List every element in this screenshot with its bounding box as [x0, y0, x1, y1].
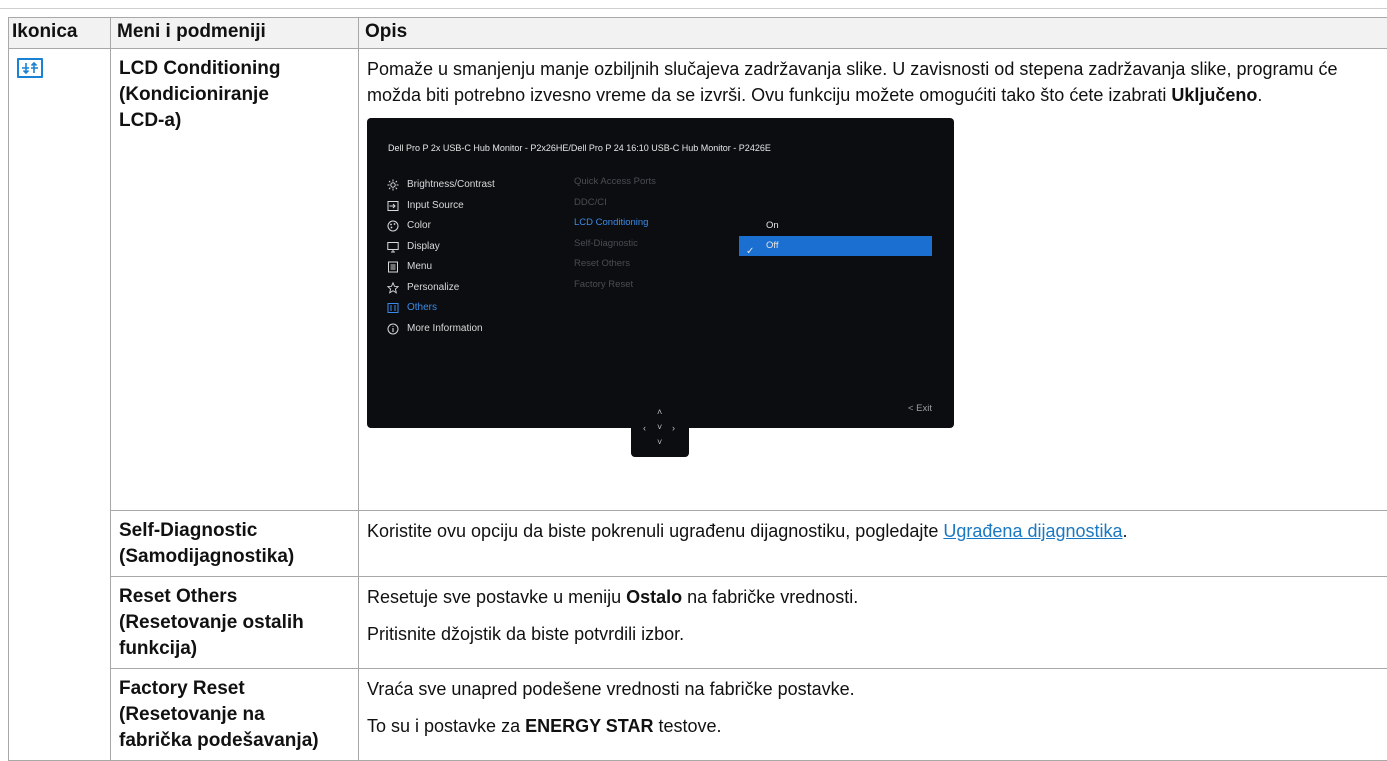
description-bold: ENERGY STAR	[525, 716, 653, 736]
menu-subtitle: fabrička podešavanja)	[119, 728, 352, 754]
menu-title: Factory Reset	[119, 676, 352, 702]
osd-submenu: Quick Access Ports DDC/CI LCD Conditioni…	[574, 175, 656, 298]
osd-submenu-item[interactable]: Reset Others	[574, 257, 656, 278]
built-in-diagnostics-link[interactable]: Ugrađena dijagnostika	[943, 521, 1122, 541]
menu-table: Ikonica Meni i podmeniji Opis LCD Condit…	[8, 17, 1387, 761]
check-icon: ✓	[746, 239, 754, 265]
header-menu: Meni i podmeniji	[111, 18, 359, 49]
menu-icon	[387, 261, 399, 273]
others-icon	[17, 58, 43, 78]
chevron-left-icon: ‹	[643, 423, 646, 433]
osd-title: Dell Pro P 2x USB-C Hub Monitor - P2x26H…	[388, 135, 771, 161]
osd-menu-label: More Information	[407, 316, 483, 342]
description-span: testove.	[653, 716, 721, 736]
osd-options: On ✓Off	[739, 216, 932, 256]
description-text: Pomaže u smanjenju manje ozbiljnih sluča…	[367, 56, 1379, 108]
description-cell: Pomaže u smanjenju manje ozbiljnih sluča…	[359, 49, 1387, 511]
description-text: To su i postavke za ENERGY STAR testove.	[367, 713, 1379, 739]
info-icon	[387, 323, 399, 335]
description-text: Resetuje sve postavke u meniju Ostalo na…	[367, 584, 1379, 610]
menu-cell-lcd-conditioning: LCD Conditioning (Kondicioniranje LCD-a)	[111, 49, 359, 511]
description-bold: Ostalo	[626, 587, 682, 607]
input-source-icon	[387, 200, 399, 212]
description-text: Vraća sve unapred podešene vrednosti na …	[367, 676, 1379, 702]
menu-subtitle: (Kondicioniranje	[119, 82, 352, 108]
osd-screenshot: Dell Pro P 2x USB-C Hub Monitor - P2x26H…	[367, 118, 954, 458]
table-row: Self-Diagnostic (Samodijagnostika) Koris…	[9, 511, 1387, 577]
osd-option-off-selected[interactable]: ✓Off	[739, 236, 932, 256]
header-icon: Ikonica	[9, 18, 111, 49]
chevron-up-icon: ˄	[657, 407, 662, 417]
top-divider	[0, 0, 1387, 9]
menu-cell-reset-others: Reset Others (Resetovanje ostalih funkci…	[111, 577, 359, 669]
chevron-down-icon: ˅	[657, 422, 662, 432]
description-span: na fabričke vrednosti.	[682, 587, 858, 607]
osd-submenu-item[interactable]: Factory Reset	[574, 278, 656, 299]
osd-panel: Dell Pro P 2x USB-C Hub Monitor - P2x26H…	[367, 118, 954, 428]
brightness-icon	[387, 179, 399, 191]
joystick-guide: ˄ ‹ ˅ › ˅	[631, 399, 689, 457]
icon-cell	[9, 49, 111, 761]
table-row: Reset Others (Resetovanje ostalih funkci…	[9, 577, 1387, 669]
description-text: Koristite ovu opciju da biste pokrenuli …	[367, 518, 1379, 544]
description-span: Koristite ovu opciju da biste pokrenuli …	[367, 521, 943, 541]
description-span: Resetuje sve postavke u meniju	[367, 587, 626, 607]
description-end: .	[1257, 85, 1262, 105]
chevron-right-icon: ›	[672, 423, 675, 433]
star-icon	[387, 282, 399, 294]
osd-menu-item-display[interactable]: Display	[387, 237, 495, 258]
osd-submenu-item[interactable]: Self-Diagnostic	[574, 237, 656, 258]
chevron-down-icon: ˅	[657, 437, 662, 447]
menu-subtitle: funkcija)	[119, 636, 352, 662]
menu-cell-factory-reset: Factory Reset (Resetovanje na fabrička p…	[111, 669, 359, 761]
menu-title: Reset Others	[119, 584, 352, 610]
osd-exit-button[interactable]: < Exit	[908, 396, 932, 422]
description-end: .	[1123, 521, 1128, 541]
menu-title: Self-Diagnostic	[119, 518, 352, 544]
menu-cell-self-diagnostic: Self-Diagnostic (Samodijagnostika)	[111, 511, 359, 577]
description-bold: Uključeno	[1171, 85, 1257, 105]
description-cell: Koristite ovu opciju da biste pokrenuli …	[359, 511, 1387, 577]
table-header-row: Ikonica Meni i podmeniji Opis	[9, 18, 1387, 49]
menu-subtitle: (Resetovanje na	[119, 702, 352, 728]
osd-menu-item-color[interactable]: Color	[387, 216, 495, 237]
osd-submenu-item-active[interactable]: LCD Conditioning	[574, 216, 656, 237]
description-cell: Vraća sve unapred podešene vrednosti na …	[359, 669, 1387, 761]
description-cell: Resetuje sve postavke u meniju Ostalo na…	[359, 577, 1387, 669]
color-icon	[387, 220, 399, 232]
header-description: Opis	[359, 18, 1387, 49]
osd-menu-item-personalize[interactable]: Personalize	[387, 278, 495, 299]
display-icon	[387, 241, 399, 253]
osd-main-menu: Brightness/Contrast Input Source Color	[387, 175, 495, 339]
description-span: To su i postavke za	[367, 716, 525, 736]
osd-menu-item-input-source[interactable]: Input Source	[387, 196, 495, 217]
osd-menu-item-more-information[interactable]: More Information	[387, 319, 495, 340]
menu-subtitle: LCD-a)	[119, 108, 352, 134]
table-row: Factory Reset (Resetovanje na fabrička p…	[9, 669, 1387, 761]
menu-title: LCD Conditioning	[119, 56, 352, 82]
description-text: Pritisnite džojstik da biste potvrdili i…	[367, 621, 1379, 647]
osd-submenu-item[interactable]: DDC/CI	[574, 196, 656, 217]
table-row: LCD Conditioning (Kondicioniranje LCD-a)…	[9, 49, 1387, 511]
menu-subtitle: (Samodijagnostika)	[119, 544, 352, 570]
others-icon	[387, 302, 399, 314]
osd-submenu-item[interactable]: Quick Access Ports	[574, 175, 656, 196]
menu-subtitle: (Resetovanje ostalih	[119, 610, 352, 636]
option-label: Off	[766, 233, 779, 259]
